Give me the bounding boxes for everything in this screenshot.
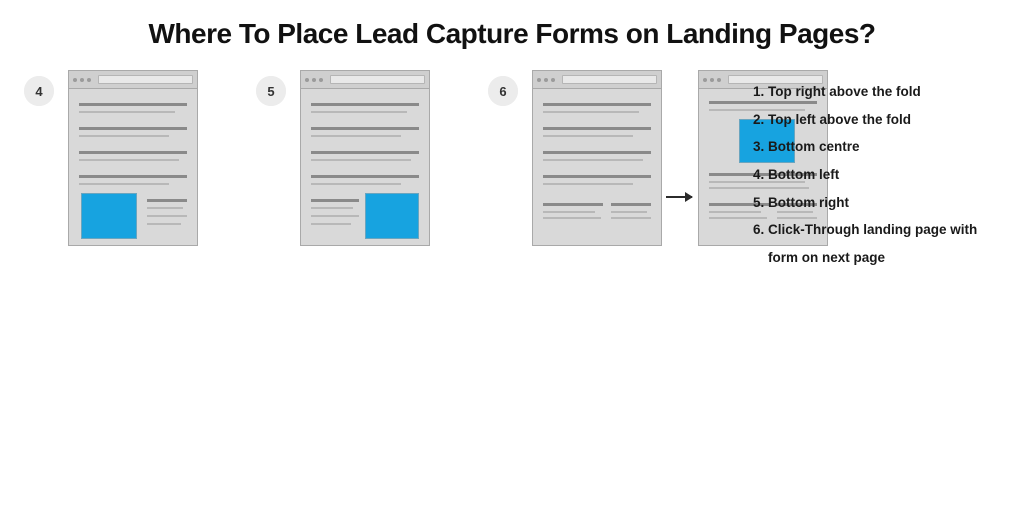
browser-chrome xyxy=(69,71,197,89)
window-dot xyxy=(537,78,541,82)
window-dot xyxy=(87,78,91,82)
browser-mock-4 xyxy=(68,70,198,246)
address-bar xyxy=(330,75,425,84)
page-body xyxy=(301,89,429,245)
variant-4: 4 xyxy=(24,70,224,270)
badge-4: 4 xyxy=(24,76,54,106)
window-dot xyxy=(80,78,84,82)
form-bottom-left xyxy=(81,193,137,239)
window-dot xyxy=(73,78,77,82)
page-title: Where To Place Lead Capture Forms on Lan… xyxy=(0,0,1024,50)
browser-mock-6a xyxy=(532,70,662,246)
legend-item-3: Bottom centre xyxy=(768,133,1008,161)
browser-mock-5 xyxy=(300,70,430,246)
window-dot xyxy=(319,78,323,82)
badge-6: 6 xyxy=(488,76,518,106)
arrow-icon xyxy=(666,196,692,198)
address-bar xyxy=(562,75,657,84)
window-dot xyxy=(703,78,707,82)
window-dot xyxy=(312,78,316,82)
form-bottom-right xyxy=(365,193,419,239)
window-dot xyxy=(305,78,309,82)
legend: Top right above the fold Top left above … xyxy=(748,78,1008,272)
browser-chrome xyxy=(301,71,429,89)
legend-item-1: Top right above the fold xyxy=(768,78,1008,106)
variant-5: 5 xyxy=(256,70,456,270)
page-body xyxy=(533,89,661,245)
legend-item-4: Bottom left xyxy=(768,161,1008,189)
page-body xyxy=(69,89,197,245)
legend-item-5: Bottom right xyxy=(768,189,1008,217)
badge-5: 5 xyxy=(256,76,286,106)
window-dot xyxy=(710,78,714,82)
legend-item-2: Top left above the fold xyxy=(768,106,1008,134)
window-dot xyxy=(717,78,721,82)
legend-item-6: Click-Through landing page with form on … xyxy=(768,216,1008,271)
browser-chrome xyxy=(533,71,661,89)
window-dot xyxy=(544,78,548,82)
address-bar xyxy=(98,75,193,84)
window-dot xyxy=(551,78,555,82)
